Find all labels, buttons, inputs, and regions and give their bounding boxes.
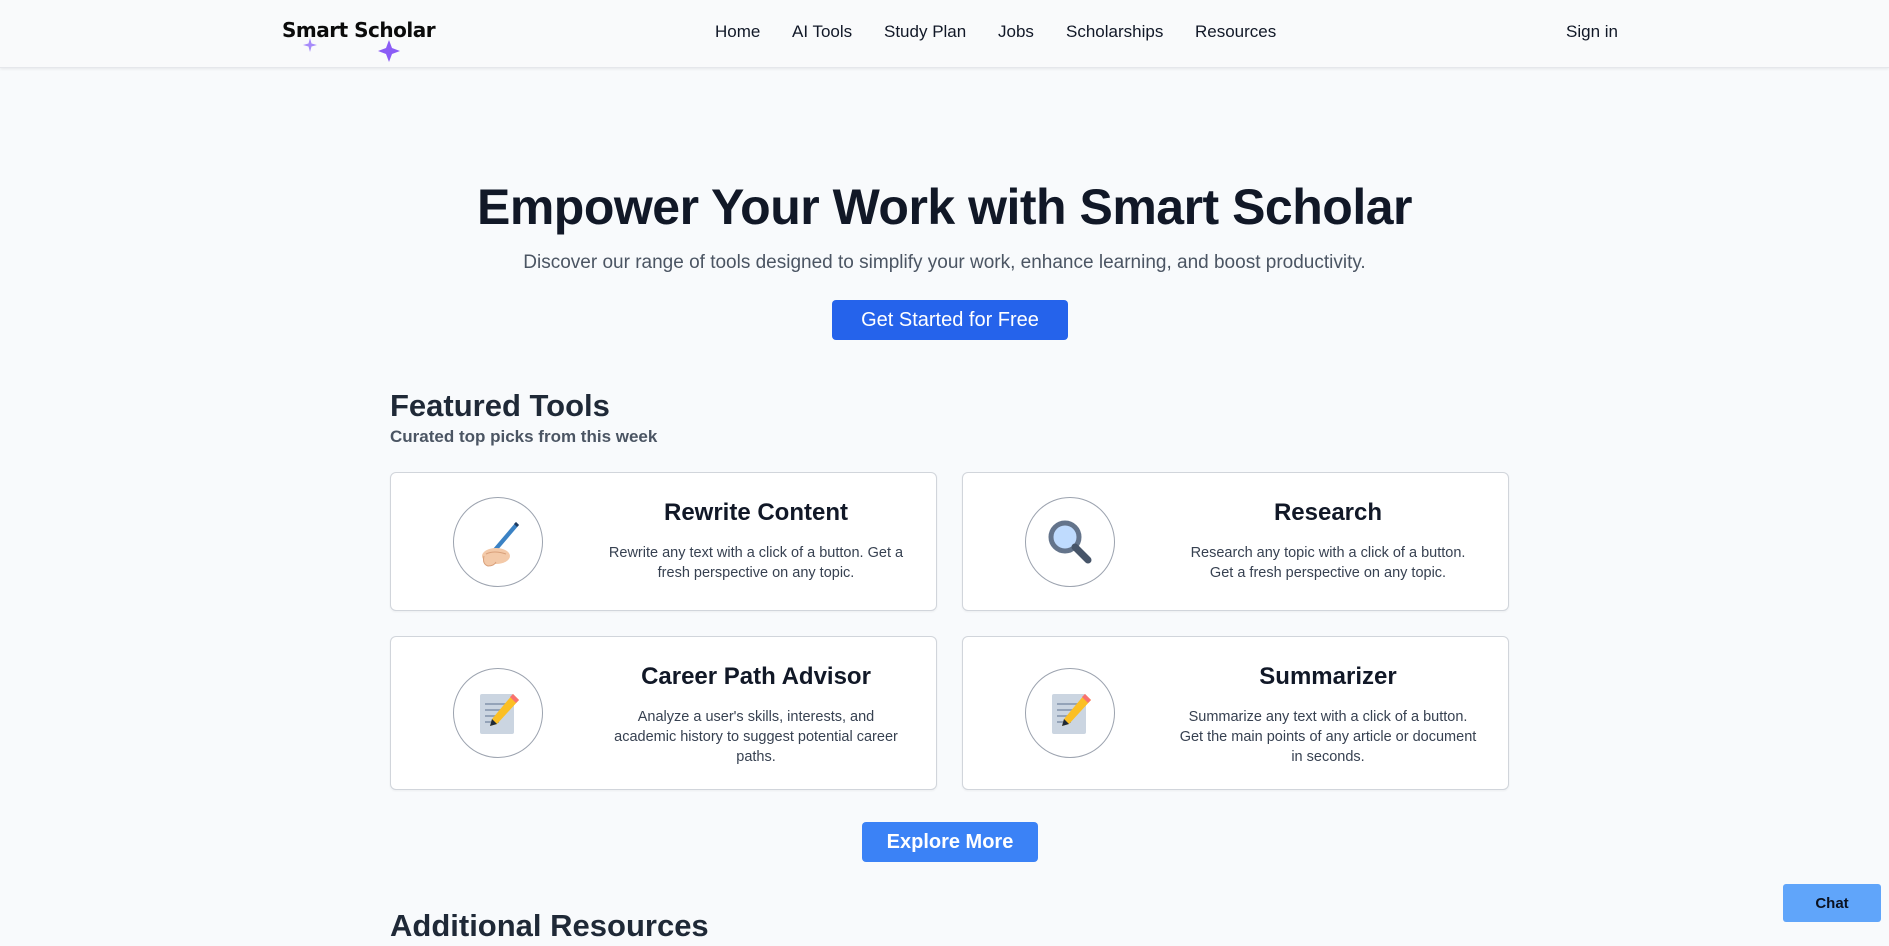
additional-resources-heading: Additional Resources <box>390 908 709 943</box>
card-title: Research <box>1273 499 1383 526</box>
featured-tools-subheading: Curated top picks from this week <box>390 427 658 446</box>
nav-study-plan[interactable]: Study Plan <box>884 22 966 42</box>
site-header: Smart Scholar Home AI Tools Study Plan J… <box>0 0 1889 68</box>
nav-home[interactable]: Home <box>715 22 760 42</box>
nav-jobs[interactable]: Jobs <box>998 22 1034 42</box>
tool-card-rewrite-content[interactable]: Rewrite Content Rewrite any text with a … <box>390 472 937 611</box>
chat-button[interactable]: Chat <box>1783 884 1881 922</box>
hero-subtitle: Discover our range of tools designed to … <box>523 252 1366 273</box>
card-description: Rewrite any text with a click of a butto… <box>608 545 904 581</box>
featured-tools-heading: Featured Tools <box>390 388 610 423</box>
card-description: Research any topic with a click of a but… <box>1190 545 1466 581</box>
card-title: Career Path Advisor <box>641 663 871 690</box>
tool-card-summarizer[interactable]: Summarizer Summarize any text with a cli… <box>962 636 1509 790</box>
nav-resources[interactable]: Resources <box>1195 22 1276 42</box>
tool-card-research[interactable]: Research Research any topic with a click… <box>962 472 1509 611</box>
hero-title: Empower Your Work with Smart Scholar <box>477 179 1412 235</box>
get-started-button[interactable]: Get Started for Free <box>832 300 1068 340</box>
explore-more-button[interactable]: Explore More <box>862 822 1038 862</box>
card-description: Analyze a user's skills, interests, and … <box>614 709 898 765</box>
card-title: Rewrite Content <box>663 499 848 526</box>
memo-pencil-icon <box>1025 668 1115 758</box>
memo-pencil-icon <box>453 668 543 758</box>
card-description: Summarize any text with a click of a but… <box>1179 709 1477 765</box>
card-title: Summarizer <box>1259 663 1397 690</box>
tool-card-career-path-advisor[interactable]: Career Path Advisor Analyze a user's ski… <box>390 636 937 790</box>
sign-in-link[interactable]: Sign in <box>1566 22 1618 42</box>
magnifying-glass-icon <box>1025 497 1115 587</box>
nav-scholarships[interactable]: Scholarships <box>1066 22 1163 42</box>
writing-hand-icon <box>453 497 543 587</box>
nav-ai-tools[interactable]: AI Tools <box>792 22 852 42</box>
